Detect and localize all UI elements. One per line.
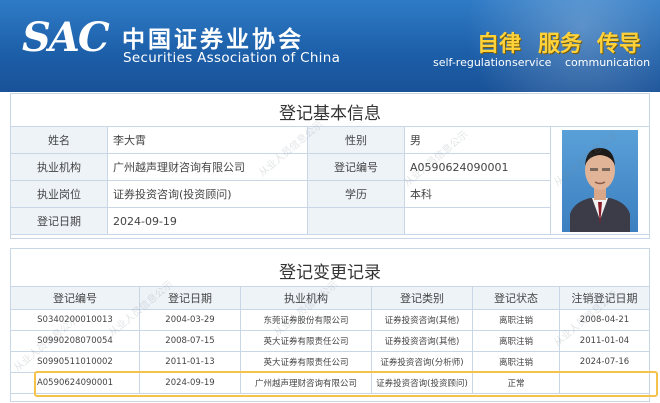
education-label: 学历: [307, 180, 405, 208]
position-label: 执业岗位: [10, 180, 108, 208]
cell-reg-date: 2004-03-29: [139, 309, 241, 331]
institution-value: 广州越声理财咨询有限公司: [107, 153, 308, 181]
site-header: SAC 中国证券业协会 Securities Association of Ch…: [0, 0, 660, 92]
cell-reg-no: S0990511010002: [10, 351, 140, 373]
name-value: 李大霄: [107, 126, 308, 154]
cell-status: 离职注销: [472, 330, 560, 352]
gender-label: 性别: [307, 126, 405, 154]
empty-value: [404, 207, 551, 235]
table-row: S0990208070054 2008-07-15 英大证券有限责任公司 证券投…: [10, 330, 650, 352]
cell-reg-no: S0990208070054: [10, 330, 140, 352]
cell-category: 证券投资咨询(其他): [371, 330, 473, 352]
institution-label: 执业机构: [10, 153, 108, 181]
cell-institution: 东莞证券股份有限公司: [240, 309, 372, 331]
empty-label: [307, 207, 405, 235]
col-status: 登记状态: [472, 286, 560, 310]
reg-no-value: A0590624090001: [404, 153, 551, 181]
col-reg-date: 登记日期: [139, 286, 241, 310]
history-title: 登记变更记录: [279, 263, 381, 283]
photo-cell: [550, 126, 650, 235]
person-photo: [562, 129, 638, 232]
motto-service-en: service: [512, 56, 552, 69]
name-label: 姓名: [10, 126, 108, 154]
cell-reg-date: 2011-01-13: [139, 351, 241, 373]
motto-communication-en: communication: [565, 56, 651, 69]
org-name-cn: 中国证券业协会: [122, 27, 304, 53]
motto-communication: 传导: [597, 32, 642, 57]
basic-info-table: 姓名 李大霄 性别 男 执业机构 广州越声理财咨询有限公司 登记编号 A0590…: [10, 126, 650, 235]
education-value: 本科: [404, 180, 551, 208]
org-name-en: Securities Association of China: [123, 50, 341, 66]
current-record-highlight: [34, 371, 658, 397]
motto-service: 服务: [538, 32, 583, 57]
gender-value: 男: [404, 126, 551, 154]
position-value: 证券投资咨询(投资顾问): [107, 180, 308, 208]
cell-cancel-date: 2024-07-16: [559, 351, 650, 373]
cell-reg-date: 2008-07-15: [139, 330, 241, 352]
cell-status: 离职注销: [472, 309, 560, 331]
col-reg-no: 登记编号: [10, 286, 140, 310]
col-category: 登记类别: [371, 286, 473, 310]
motto-self-regulation-en: self-regulation: [433, 56, 512, 69]
cell-reg-no: S0340200010013: [10, 309, 140, 331]
cell-cancel-date: 2011-01-04: [559, 330, 650, 352]
reg-date-value: 2024-09-19: [107, 207, 308, 235]
reg-date-label: 登记日期: [10, 207, 108, 235]
cell-institution: 英大证券有限责任公司: [240, 351, 372, 373]
cell-category: 证券投资咨询(其他): [371, 309, 473, 331]
col-cancel-date: 注销登记日期: [559, 286, 650, 310]
cell-status: 离职注销: [472, 351, 560, 373]
cell-category: 证券投资咨询(分析师): [371, 351, 473, 373]
history-header-row: 登记编号 登记日期 执业机构 登记类别 登记状态 注销登记日期: [10, 286, 650, 310]
cell-cancel-date: 2008-04-21: [559, 309, 650, 331]
cell-institution: 英大证券有限责任公司: [240, 330, 372, 352]
table-row: S0340200010013 2004-03-29 东莞证券股份有限公司 证券投…: [10, 309, 650, 331]
basic-info-title: 登记基本信息: [279, 104, 381, 124]
table-row: S0990511010002 2011-01-13 英大证券有限责任公司 证券投…: [10, 351, 650, 373]
motto-self-regulation: 自律: [477, 32, 522, 57]
sac-logo[interactable]: SAC: [22, 14, 110, 61]
col-institution: 执业机构: [240, 286, 372, 310]
reg-no-label: 登记编号: [307, 153, 405, 181]
